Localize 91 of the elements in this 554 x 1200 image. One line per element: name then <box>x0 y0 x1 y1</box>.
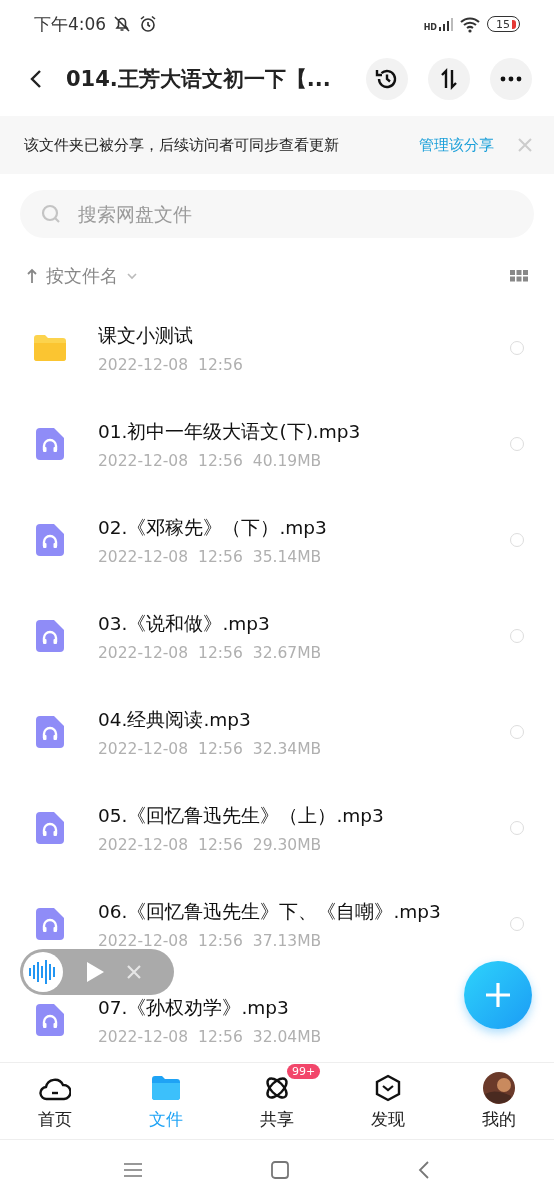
share-notice-text: 该文件夹已被分享，后续访问者可同步查看更新 <box>24 135 340 155</box>
file-date: 2022-12-08 <box>98 355 189 374</box>
notification-badge: 99+ <box>287 1063 321 1079</box>
audio-wave-button[interactable] <box>23 952 63 992</box>
file-time: 12:56 <box>198 355 243 374</box>
folder-icon <box>34 335 66 361</box>
file-time: 12:56 <box>198 739 243 758</box>
audio-file-icon <box>36 620 64 652</box>
nav-tab[interactable]: 发现 <box>332 1063 444 1139</box>
file-time: 12:56 <box>198 931 243 950</box>
file-row[interactable]: 03.《说和做》.mp3 2022-12-08 12:56 32.67MB <box>0 588 554 684</box>
close-icon <box>518 138 532 152</box>
nav-tab[interactable]: 99+ 共享 <box>221 1063 333 1139</box>
folder-icon <box>152 1075 181 1100</box>
grid-view-button[interactable] <box>510 270 528 282</box>
audio-file-icon <box>36 428 64 460</box>
folder-title: 014.王芳大语文初一下【... <box>66 66 332 93</box>
audio-file-icon <box>36 1004 64 1036</box>
search-field[interactable]: 搜索网盘文件 <box>20 190 534 238</box>
file-time: 12:56 <box>198 1027 243 1046</box>
chevron-down-icon <box>126 272 138 280</box>
file-name: 03.《说和做》.mp3 <box>98 611 270 636</box>
file-date: 2022-12-08 <box>98 547 189 566</box>
file-date: 2022-12-08 <box>98 1027 189 1046</box>
sound-wave-icon <box>28 960 58 984</box>
file-size: 29.30MB <box>252 835 322 854</box>
network-label: HD <box>423 23 437 32</box>
file-size: 32.04MB <box>252 1027 322 1046</box>
file-date: 2022-12-08 <box>98 835 189 854</box>
add-button[interactable] <box>464 961 532 1029</box>
more-button[interactable] <box>490 58 532 100</box>
audio-file-icon <box>36 812 64 844</box>
file-time: 12:56 <box>198 643 243 662</box>
search-input[interactable]: 搜索网盘文件 <box>76 202 514 226</box>
file-name: 07.《孙权劝学》.mp3 <box>98 995 289 1020</box>
file-name: 课文小测试 <box>98 323 193 348</box>
file-row[interactable]: 02.《邓稼先》（下）.mp3 2022-12-08 12:56 35.14MB <box>0 492 554 588</box>
close-player-button[interactable] <box>127 965 141 979</box>
file-name: 02.《邓稼先》（下）.mp3 <box>98 515 327 540</box>
file-row[interactable]: 04.经典阅读.mp3 2022-12-08 12:56 32.34MB <box>0 684 554 780</box>
sort-order-button[interactable] <box>428 58 470 100</box>
nav-tab[interactable]: 我的 <box>443 1063 554 1139</box>
signal-icon <box>439 17 453 31</box>
nav-tab[interactable]: 首页 <box>0 1063 111 1139</box>
home-button[interactable] <box>271 1161 289 1179</box>
hexagon-icon <box>374 1073 401 1102</box>
plus-icon <box>484 981 512 1009</box>
more-icon <box>500 76 522 82</box>
file-time: 12:56 <box>198 547 243 566</box>
up-arrow-icon <box>26 268 38 284</box>
file-time: 12:56 <box>198 451 243 470</box>
audio-file-icon <box>36 524 64 556</box>
history-button[interactable] <box>366 58 408 100</box>
grid-icon <box>510 270 528 282</box>
file-name: 04.经典阅读.mp3 <box>98 707 251 732</box>
avatar <box>482 1071 515 1104</box>
file-row[interactable]: 06.《回忆鲁迅先生》下、《自嘲》.mp3 2022-12-08 12:56 37.13MB <box>0 876 554 972</box>
audio-file-icon <box>36 908 64 940</box>
battery-level: 15 <box>496 17 510 31</box>
wifi-icon <box>459 15 481 33</box>
sort-by-name-button[interactable]: 按文件名 <box>26 264 138 288</box>
menu-icon <box>124 1163 143 1177</box>
file-size: 35.14MB <box>252 547 322 566</box>
file-row[interactable]: 07.《孙权劝学》.mp3 2022-12-08 12:56 32.04MB <box>0 972 554 1062</box>
file-name: 01.初中一年级大语文(下).mp3 <box>98 419 361 444</box>
file-row[interactable]: 05.《回忆鲁迅先生》（上）.mp3 2022-12-08 12:56 29.30MB <box>0 780 554 876</box>
back-icon <box>30 69 42 89</box>
file-name: 05.《回忆鲁迅先生》（上）.mp3 <box>98 803 384 828</box>
back-nav-button[interactable] <box>417 1161 430 1179</box>
play-button[interactable] <box>85 961 105 983</box>
audio-file-icon <box>36 716 64 748</box>
play-icon <box>85 961 105 983</box>
file-date: 2022-12-08 <box>98 643 189 662</box>
square-icon <box>271 1161 289 1179</box>
file-row[interactable]: 01.初中一年级大语文(下).mp3 2022-12-08 12:56 40.19MB <box>0 396 554 492</box>
file-size: 32.34MB <box>252 739 322 758</box>
file-name: 06.《回忆鲁迅先生》下、《自嘲》.mp3 <box>98 899 441 924</box>
close-button[interactable] <box>518 138 532 152</box>
file-row[interactable]: 课文小测试 2022-12-08 12:56 <box>0 300 554 396</box>
file-size: 40.19MB <box>252 451 322 470</box>
file-size: 32.67MB <box>252 643 322 662</box>
status-time: 下午4:06 <box>34 12 107 36</box>
close-icon <box>127 965 141 979</box>
file-date: 2022-12-08 <box>98 739 189 758</box>
file-time: 12:56 <box>198 835 243 854</box>
back-icon <box>417 1161 430 1179</box>
file-date: 2022-12-08 <box>98 451 189 470</box>
menu-button[interactable] <box>124 1163 143 1177</box>
file-size: 37.13MB <box>252 931 322 950</box>
file-date: 2022-12-08 <box>98 931 189 950</box>
search-icon <box>40 203 62 225</box>
